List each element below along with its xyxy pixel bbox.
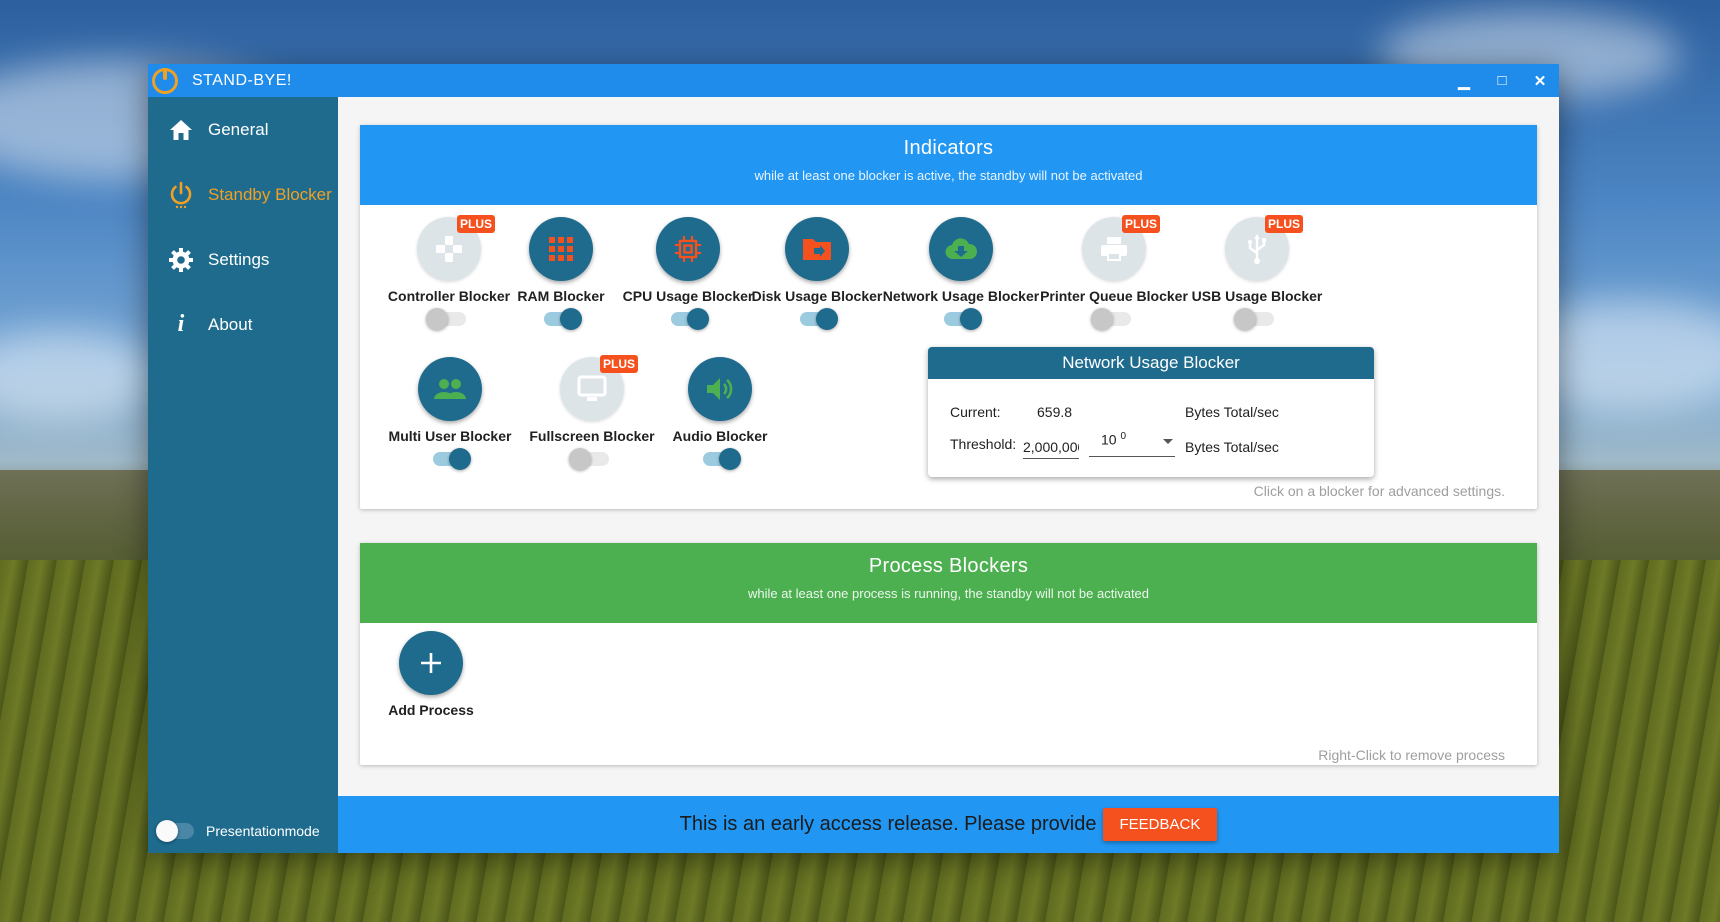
title-bar[interactable]: STAND-BYE! ▁ □ ✕ [148,64,1559,97]
disk-usage-blocker-toggle[interactable] [800,308,838,330]
info-icon: i [177,311,185,337]
blocker-label: Multi User Blocker [388,428,512,444]
process-blockers-subtitle: while at least one process is running, t… [747,586,1150,601]
sidebar-item-standby-blocker[interactable]: Standby Blocker [148,162,338,227]
gamepad-icon [436,236,462,262]
process-blockers-title: Process Blockers [868,555,1029,577]
window-title: STAND-BYE! [192,71,292,89]
usb-usage-blocker-toggle[interactable] [1234,308,1274,330]
plus-badge: PLUS [1121,215,1160,233]
blocker-label: Network Usage Blocker [882,288,1040,304]
process-blockers-hint: Right-Click to remove process [1318,747,1505,763]
main-content: Indicators while at least one blocker is… [338,97,1559,853]
indicators-card: Indicators while at least one blocker is… [360,125,1537,509]
close-button[interactable]: ✕ [1521,64,1559,97]
minimize-icon: ▁ [1458,72,1470,90]
sidebar-item-label: Standby Blocker [208,184,332,204]
printer-queue-blocker[interactable]: PLUS Printer Queue Blocker [1034,215,1194,330]
blocker-label: USB Usage Blocker [1191,288,1323,304]
indicators-header: Indicators while at least one blocker is… [360,125,1537,205]
current-value: 659.8 [1037,404,1073,420]
folder-icon [803,239,831,260]
controller-blocker-toggle[interactable] [426,308,466,330]
feedback-button[interactable]: FEEDBACK [1102,808,1218,841]
usb-usage-blocker[interactable]: PLUS USB Usage Blocker [1177,215,1337,330]
blocker-label: Disk Usage Blocker [751,288,883,304]
sidebar: General Standby Blocker Settings i About… [148,97,338,853]
app-window: STAND-BYE! ▁ □ ✕ General Standby Blocker… [148,64,1559,853]
sidebar-item-about[interactable]: i About [148,292,338,357]
threshold-label: Threshold: [950,436,1017,452]
sidebar-item-label: About [208,314,253,334]
chip-icon [675,236,701,262]
maximize-icon: □ [1497,72,1507,89]
process-blockers-header: Process Blockers while at least one proc… [360,543,1537,623]
speaker-icon [707,378,733,400]
power-icon [168,181,194,208]
maximize-button[interactable]: □ [1483,64,1521,97]
home-icon [168,117,194,143]
printer-icon [1101,237,1127,261]
indicators-hint: Click on a blocker for advanced settings… [1253,483,1505,499]
blocker-label: Audio Blocker [672,428,768,444]
close-icon: ✕ [1533,72,1547,90]
add-process-button[interactable]: Add Process [386,631,476,718]
multiplier-exponent: 0 [1120,431,1127,442]
sidebar-item-settings[interactable]: Settings [148,227,338,292]
add-process-label: Add Process [388,702,474,718]
audio-blocker-toggle[interactable] [703,448,741,470]
audio-blocker[interactable]: Audio Blocker [640,357,800,470]
usb-icon [1247,234,1266,264]
minimize-button[interactable]: ▁ [1445,64,1483,97]
printer-queue-blocker-toggle[interactable] [1091,308,1131,330]
early-access-text: This is an early access release. Please … [679,813,1097,835]
monitor-icon [577,375,607,401]
current-label: Current: [950,404,1001,420]
presentation-mode: Presentationmode [156,820,320,842]
network-panel-title: Network Usage Blocker [928,347,1374,379]
fullscreen-blocker-toggle[interactable] [569,448,609,470]
indicators-subtitle: while at least one blocker is active, th… [754,168,1143,183]
process-blockers-card: Process Blockers while at least one proc… [360,543,1537,765]
cloud-download-icon [945,238,977,260]
indicators-title: Indicators [903,137,994,159]
sidebar-item-label: Settings [208,249,270,269]
grid-icon [549,237,573,261]
footer-banner: This is an early access release. Please … [338,796,1559,853]
threshold-unit: Bytes Total/sec [1185,439,1279,455]
plus-badge: PLUS [599,355,638,373]
ram-blocker-toggle[interactable] [544,308,582,330]
current-unit: Bytes Total/sec [1185,404,1279,420]
plus-icon [421,653,441,673]
multiplier-base: 10 [1101,431,1117,448]
sidebar-item-general[interactable]: General [148,97,338,162]
blocker-label: Printer Queue Blocker [1040,288,1188,304]
multi-user-blocker[interactable]: Multi User Blocker [370,357,530,470]
network-usage-blocker[interactable]: Network Usage Blocker [881,217,1041,330]
network-usage-blocker-toggle[interactable] [944,308,982,330]
app-logo-icon [152,67,178,94]
presentation-mode-toggle[interactable] [156,820,194,842]
sidebar-item-label: General [208,119,269,139]
threshold-input[interactable] [1023,439,1079,459]
network-usage-panel: Network Usage Blocker Current: 659.8 Byt… [928,347,1374,477]
presentation-mode-label: Presentationmode [206,823,320,839]
threshold-multiplier-select[interactable]: 10 0 [1089,431,1175,457]
plus-badge: PLUS [1264,215,1303,233]
gear-icon [168,247,194,273]
cpu-usage-blocker-toggle[interactable] [671,308,709,330]
chevron-down-icon [1163,439,1173,444]
users-icon [434,379,466,399]
current-row: Current: 659.8 [950,404,1072,420]
multi-user-blocker-toggle[interactable] [433,448,471,470]
disk-usage-blocker[interactable]: Disk Usage Blocker [737,217,897,330]
